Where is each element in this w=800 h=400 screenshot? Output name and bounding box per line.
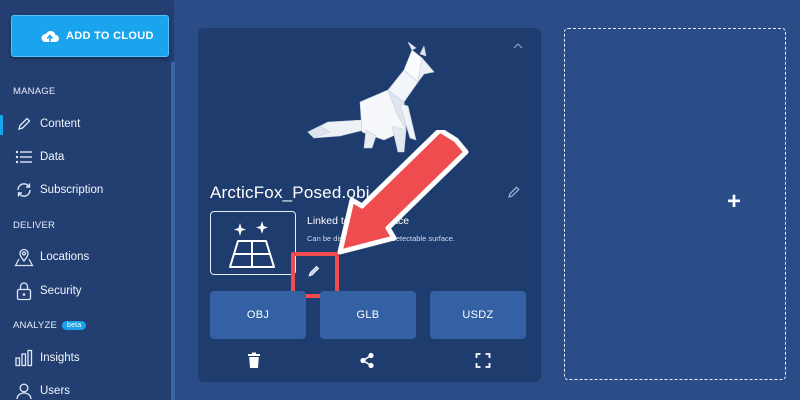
- trash-icon[interactable]: [246, 352, 262, 369]
- plus-icon[interactable]: +: [724, 190, 744, 214]
- sidebar-item-content[interactable]: Content: [0, 109, 170, 139]
- sidebar-item-locations[interactable]: Locations: [0, 242, 170, 272]
- lock-icon: [13, 280, 35, 302]
- pencil-icon[interactable]: [507, 185, 521, 199]
- sidebar-item-insights[interactable]: Insights: [0, 343, 170, 373]
- sidebar-item-label: Insights: [40, 352, 80, 364]
- sidebar-item-users[interactable]: Users: [0, 376, 170, 400]
- sidebar-scrollbar[interactable]: [171, 62, 175, 400]
- sidebar-item-label: Locations: [40, 251, 90, 263]
- annotation-arrow-icon: [337, 130, 469, 255]
- sidebar-item-label: Data: [40, 151, 65, 163]
- ar-surface-icon: [228, 220, 275, 268]
- sidebar-item-security[interactable]: Security: [0, 276, 170, 306]
- cloud-upload-icon: [41, 30, 59, 42]
- section-label-analyze-text: ANALYZE: [13, 320, 57, 331]
- section-label-analyze: ANALYZE beta: [13, 320, 87, 331]
- section-label-manage: MANAGE: [13, 86, 56, 97]
- format-button-usdz[interactable]: USDZ: [430, 291, 526, 339]
- pencil-icon: [13, 113, 35, 135]
- surface-icon-box: [210, 211, 296, 275]
- sidebar-item-label: Security: [40, 285, 82, 297]
- sidebar: ADD TO CLOUD MANAGE Content Data Subscri…: [0, 0, 174, 400]
- list-icon: [13, 146, 35, 168]
- map-pin-icon: [13, 246, 35, 268]
- sidebar-item-label: Content: [40, 118, 81, 130]
- share-icon[interactable]: [359, 352, 375, 369]
- format-button-glb[interactable]: GLB: [320, 291, 416, 339]
- sidebar-item-subscription[interactable]: Subscription: [0, 175, 170, 205]
- chevron-up-icon[interactable]: [511, 41, 525, 51]
- add-model-dropzone[interactable]: [564, 28, 786, 380]
- fullscreen-icon[interactable]: [475, 352, 491, 369]
- sidebar-item-label: Users: [40, 385, 71, 397]
- user-icon: [13, 380, 35, 400]
- bar-chart-icon: [13, 347, 35, 369]
- sidebar-item-label: Subscription: [40, 184, 104, 196]
- format-button-obj[interactable]: OBJ: [210, 291, 306, 339]
- refresh-icon: [13, 179, 35, 201]
- sidebar-item-data[interactable]: Data: [0, 142, 170, 172]
- section-label-deliver: DELIVER: [13, 220, 56, 231]
- beta-badge: beta: [62, 321, 87, 330]
- add-to-cloud-label: ADD TO CLOUD: [66, 30, 154, 42]
- add-to-cloud-button[interactable]: ADD TO CLOUD: [11, 15, 169, 57]
